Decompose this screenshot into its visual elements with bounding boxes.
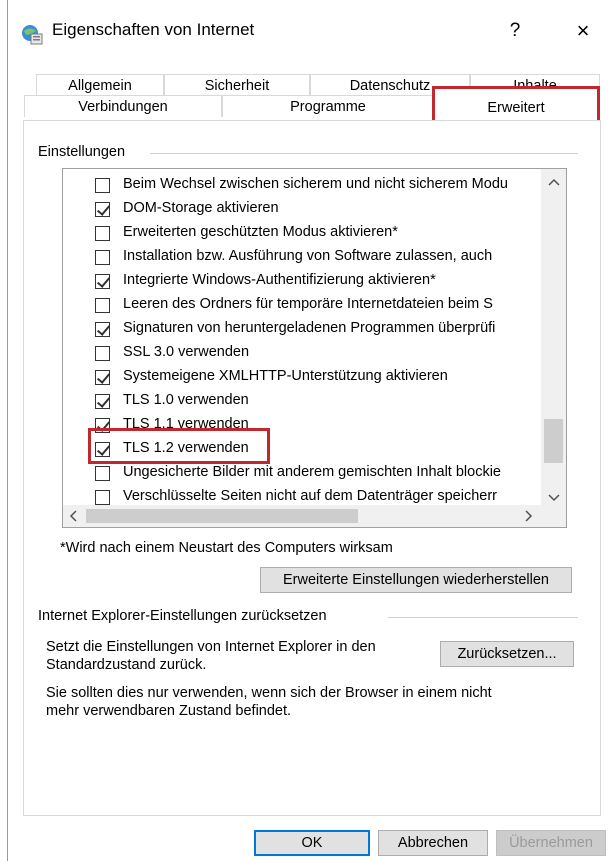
vertical-scrollbar[interactable] (541, 169, 566, 505)
tab-sicherheit[interactable]: Sicherheit (164, 74, 310, 96)
setting-item[interactable]: TLS 1.0 verwenden (93, 391, 543, 413)
checkbox-unchecked[interactable] (95, 298, 110, 313)
scroll-up-icon[interactable] (541, 175, 566, 189)
setting-item-label: Integrierte Windows-Authentifizierung ak… (123, 272, 436, 288)
checkbox-checked[interactable] (95, 394, 111, 409)
horizontal-scrollbar[interactable] (63, 505, 541, 527)
internet-options-dialog: Eigenschaften von Internet ? × Allgemein… (0, 0, 612, 861)
checkbox-unchecked[interactable] (95, 490, 110, 505)
scroll-down-icon[interactable] (541, 491, 566, 505)
checkbox-unchecked[interactable] (95, 178, 110, 193)
reset-description-line2: Standardzustand zurück. (46, 657, 207, 673)
tab-erweitert[interactable]: Erweitert (432, 86, 600, 124)
checkbox-unchecked[interactable] (95, 466, 110, 481)
internet-options-icon (20, 22, 44, 46)
horizontal-scroll-thumb[interactable] (86, 509, 358, 523)
setting-item-label: TLS 1.0 verwenden (123, 392, 249, 408)
checkbox-checked[interactable] (95, 274, 111, 289)
checkmark-icon (96, 322, 111, 336)
setting-item[interactable]: Systemeigene XMLHTTP-Unterstützung aktiv… (93, 367, 543, 389)
checkbox-unchecked[interactable] (95, 346, 110, 361)
setting-item-label: Installation bzw. Ausführung von Softwar… (123, 248, 493, 264)
setting-item[interactable]: Signaturen von heruntergeladenen Program… (93, 319, 543, 341)
scrollbar-corner (541, 505, 566, 527)
vertical-scroll-thumb[interactable] (544, 419, 563, 463)
scroll-right-icon[interactable] (523, 510, 535, 525)
reset-warning-line2: mehr verwendbaren Zustand befindet. (46, 703, 292, 719)
reset-button[interactable]: Zurücksetzen... (440, 641, 574, 667)
reset-group-label: Internet Explorer-Einstellungen zurückse… (38, 608, 333, 624)
setting-item-label: Beim Wechsel zwischen sicherem und nicht… (123, 176, 508, 192)
tab-programme[interactable]: Programme (222, 95, 434, 117)
tls12-highlight-box (88, 428, 270, 464)
restore-advanced-settings-button[interactable]: Erweiterte Einstellungen wiederherstelle… (260, 567, 572, 593)
checkmark-icon (96, 202, 111, 216)
setting-item[interactable]: Ungesicherte Bilder mit anderem gemischt… (93, 463, 543, 485)
setting-item[interactable]: Beim Wechsel zwischen sicherem und nicht… (93, 175, 543, 197)
checkmark-icon (96, 370, 111, 384)
setting-item[interactable]: SSL 3.0 verwenden (93, 343, 543, 365)
checkbox-checked[interactable] (95, 370, 111, 385)
checkmark-icon (96, 394, 111, 408)
apply-button[interactable]: Übernehmen (496, 830, 606, 856)
cancel-button[interactable]: Abbrechen (378, 830, 488, 856)
tab-verbindungen[interactable]: Verbindungen (24, 95, 222, 117)
close-button[interactable]: × (568, 16, 598, 46)
checkmark-icon (96, 274, 111, 288)
setting-item[interactable]: DOM-Storage aktivieren (93, 199, 543, 221)
setting-item-label: Systemeigene XMLHTTP-Unterstützung aktiv… (123, 368, 448, 384)
reset-description-line1: Setzt die Einstellungen von Internet Exp… (46, 639, 376, 655)
window-title: Eigenschaften von Internet (52, 20, 255, 39)
checkbox-unchecked[interactable] (95, 250, 110, 265)
checkbox-checked[interactable] (95, 322, 111, 337)
window-border (7, 0, 8, 861)
reset-group-line (388, 617, 578, 618)
reset-warning-line1: Sie sollten dies nur verwenden, wenn sic… (46, 685, 492, 701)
setting-item-label: SSL 3.0 verwenden (123, 344, 250, 360)
checkbox-checked[interactable] (95, 202, 111, 217)
checkbox-unchecked[interactable] (95, 226, 110, 241)
restart-note: *Wird nach einem Neustart des Computers … (60, 540, 393, 556)
ok-button[interactable]: OK (254, 830, 370, 856)
title-bar: Eigenschaften von Internet ? × (0, 0, 612, 62)
settings-list[interactable]: Beim Wechsel zwischen sicherem und nicht… (62, 168, 567, 528)
setting-item-label: Erweiterten geschützten Modus aktivieren… (123, 224, 398, 240)
setting-item-label: Leeren des Ordners für temporäre Interne… (123, 296, 493, 312)
setting-item-label: Signaturen von heruntergeladenen Program… (123, 320, 496, 336)
tab-allgemein[interactable]: Allgemein (36, 74, 164, 96)
setting-item[interactable]: Integrierte Windows-Authentifizierung ak… (93, 271, 543, 293)
settings-group-label: Einstellungen (38, 144, 132, 160)
scroll-left-icon[interactable] (67, 510, 79, 525)
setting-item-label: Verschlüsselte Seiten nicht auf dem Date… (123, 488, 497, 504)
help-button[interactable]: ? (500, 16, 530, 46)
setting-item[interactable]: Erweiterten geschützten Modus aktivieren… (93, 223, 543, 245)
setting-item-label: Ungesicherte Bilder mit anderem gemischt… (123, 464, 501, 480)
setting-item[interactable]: Installation bzw. Ausführung von Softwar… (93, 247, 543, 269)
setting-item-label: DOM-Storage aktivieren (123, 200, 279, 216)
settings-group-line (150, 153, 578, 154)
setting-item[interactable]: Leeren des Ordners für temporäre Interne… (93, 295, 543, 317)
